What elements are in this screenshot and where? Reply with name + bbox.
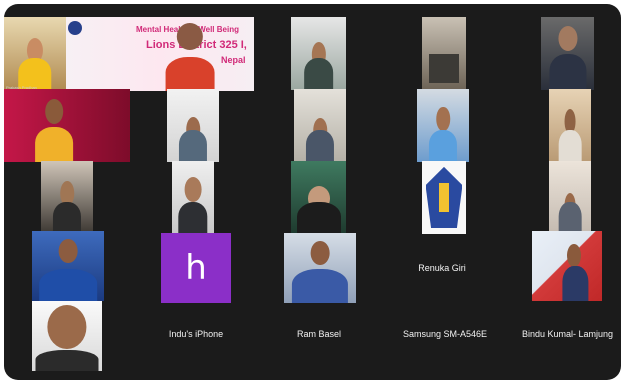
participant-tile[interactable] xyxy=(284,233,356,303)
participant-tile[interactable] xyxy=(532,231,602,301)
participant-tile[interactable] xyxy=(417,89,469,162)
participant-tile[interactable] xyxy=(422,17,466,90)
participant-name: Ram Basel xyxy=(296,329,341,339)
participant-namecard[interactable]: Renuka Giri xyxy=(402,250,482,286)
participant-tile[interactable] xyxy=(32,301,102,371)
participant-tile[interactable] xyxy=(167,89,219,162)
participant-name: Bindu Kumal- Lamjung xyxy=(521,329,614,339)
lions-logo-icon xyxy=(68,21,82,35)
participant-tile-logo[interactable] xyxy=(422,161,466,234)
participant-name: Samsung SM-A546E xyxy=(402,329,488,339)
participant-tile[interactable] xyxy=(172,161,214,234)
participant-name: Indu's iPhone xyxy=(168,329,224,339)
participant-tile[interactable] xyxy=(294,89,346,162)
banner-line3: Nepal xyxy=(221,55,246,65)
participant-namecard[interactable]: Samsung SM-A546E xyxy=(392,322,498,346)
participant-namecard[interactable]: Bindu Kumal- Lamjung xyxy=(514,322,621,346)
participant-namecard[interactable]: Indu's iPhone xyxy=(152,322,240,346)
participant-tile[interactable] xyxy=(41,161,93,234)
participant-tile[interactable] xyxy=(32,231,104,301)
participant-avatar[interactable]: h xyxy=(161,233,231,303)
participant-tile[interactable]: Prakash Pradhan xyxy=(4,17,66,91)
video-grid: Prakash Pradhan Mental Health & Well Bei… xyxy=(4,4,621,380)
participant-name: Renuka Giri xyxy=(418,263,466,273)
participant-tile-banner[interactable]: Mental Health & Well Being Lions Distric… xyxy=(66,17,254,91)
participant-tile[interactable] xyxy=(549,161,591,234)
participant-tile[interactable] xyxy=(291,17,346,90)
participant-tile[interactable] xyxy=(549,89,591,162)
avatar-letter: h xyxy=(185,248,207,288)
participant-namecard[interactable]: Ram Basel xyxy=(279,322,359,346)
participant-tile[interactable] xyxy=(291,161,346,234)
participant-tile[interactable] xyxy=(541,17,594,90)
participant-tile[interactable] xyxy=(4,89,130,162)
